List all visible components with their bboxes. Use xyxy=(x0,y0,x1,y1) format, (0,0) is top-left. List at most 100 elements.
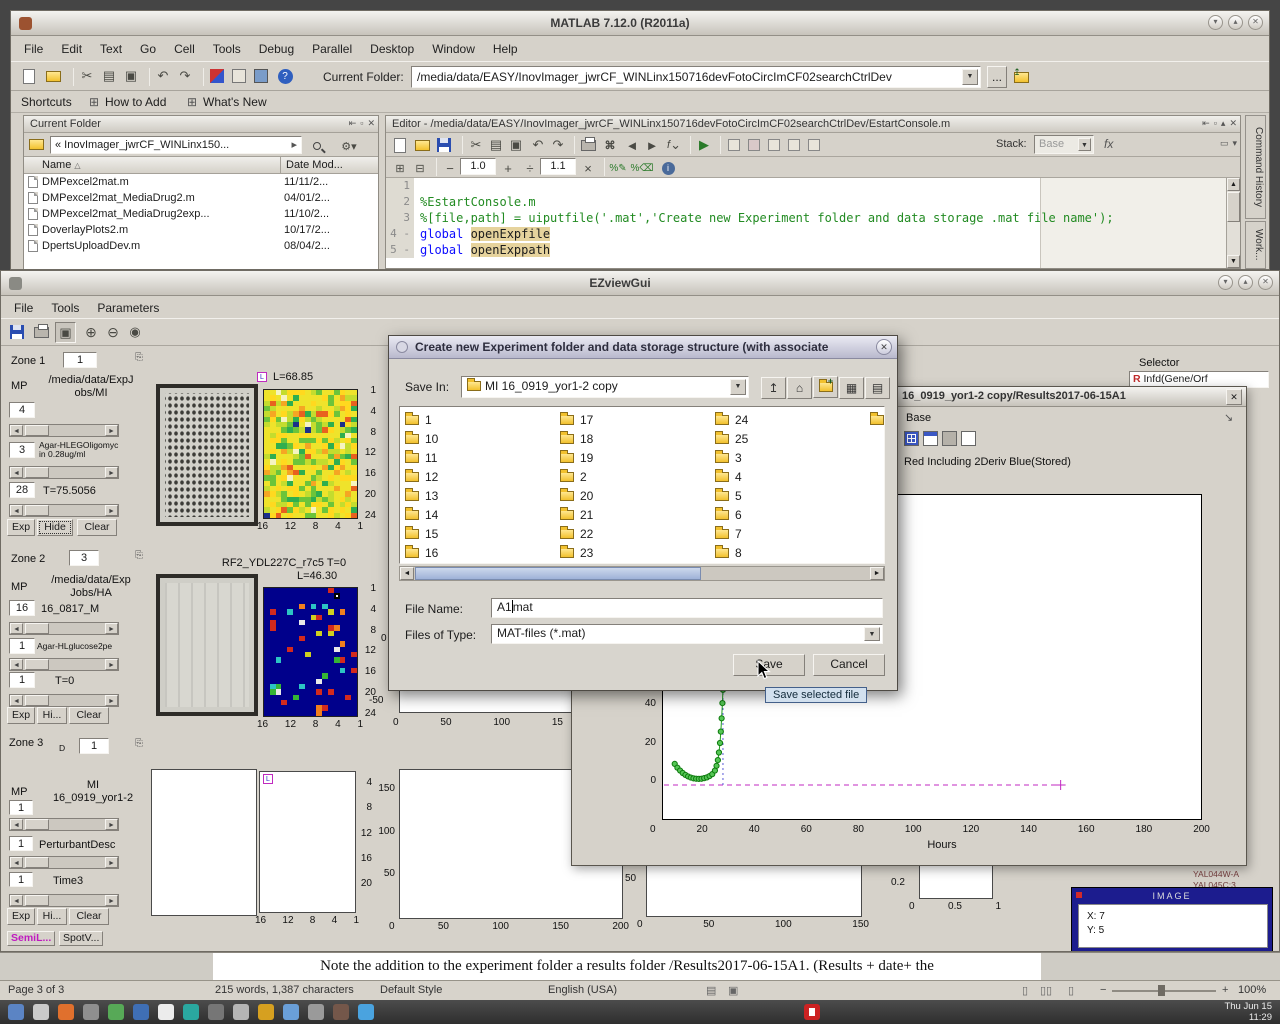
current-folder-panel-header[interactable]: Current Folder ⇤▫✕ xyxy=(24,116,378,133)
editor-code-line[interactable]: 3%[file,path] = uiputfile('.mat','Create… xyxy=(386,210,1226,226)
comment-icon[interactable]: %✎ xyxy=(608,158,628,178)
slider-right-icon[interactable]: ► xyxy=(105,819,118,830)
empty-plot-2[interactable] xyxy=(259,771,356,913)
zone2-spinner-c[interactable]: 1 xyxy=(9,672,35,688)
zone2-plate-image[interactable] xyxy=(156,574,258,716)
decrease-icon[interactable]: − xyxy=(440,158,460,178)
zone2-top-spinner[interactable]: 3 xyxy=(69,550,99,566)
open-file-icon[interactable] xyxy=(412,135,432,155)
cell-value-field-1[interactable]: 1.0 xyxy=(460,158,496,175)
multi-page-view-icon[interactable]: ▯▯ xyxy=(1040,984,1052,997)
zone1-spinner-b[interactable]: 3 xyxy=(9,442,35,458)
column-header-name[interactable]: Name △ xyxy=(42,159,81,171)
print-icon[interactable] xyxy=(578,135,598,155)
page-style[interactable]: Default Style xyxy=(380,984,442,996)
menu-item-text[interactable]: Text xyxy=(91,39,131,59)
dialog-folder-item[interactable]: 8 xyxy=(715,543,870,562)
file-row[interactable]: DoverlayPlots2.m10/17/2... xyxy=(24,222,378,238)
colormap-icon[interactable]: L xyxy=(263,774,273,784)
save-dialog-titlebar[interactable]: Create new Experiment folder and data st… xyxy=(389,336,897,359)
editor-code-line[interactable]: 4 -global openExpfile xyxy=(386,226,1226,242)
slider-right-icon[interactable]: ► xyxy=(105,695,118,706)
cut-icon[interactable]: ✂ xyxy=(466,135,486,155)
chevron-down-icon[interactable]: ▼ xyxy=(730,379,746,395)
slider-track[interactable] xyxy=(23,895,105,906)
open-file-icon[interactable] xyxy=(43,66,63,86)
editor-scrollbar[interactable]: ▲ ▼ xyxy=(1226,178,1240,268)
menu-item-tools[interactable]: Tools xyxy=(42,298,88,318)
zone1-top-spinner[interactable]: 1 xyxy=(63,352,97,368)
close-icon[interactable]: ✕ xyxy=(1226,389,1242,405)
copy-icon[interactable]: ▤ xyxy=(99,66,119,86)
close-icon[interactable]: ✕ xyxy=(1229,118,1237,129)
slider-right-icon[interactable]: ► xyxy=(105,857,118,868)
clock[interactable]: Thu Jun 15 11:29 xyxy=(1224,1001,1272,1023)
zone1-plate-image[interactable] xyxy=(156,384,258,526)
word-count[interactable]: 215 words, 1,387 characters xyxy=(215,984,354,996)
dock-icon[interactable]: ⇤ xyxy=(1202,118,1210,129)
function-browse-icon[interactable]: f⌄ xyxy=(664,135,684,155)
slider-left-icon[interactable]: ◄ xyxy=(10,467,23,478)
minimize-icon[interactable]: ▾ xyxy=(1218,275,1233,290)
menu-item-help[interactable]: Help xyxy=(484,39,527,59)
gear-icon[interactable]: ⚙▾ xyxy=(336,136,362,156)
zone2-heatmap[interactable] xyxy=(263,587,358,717)
close-icon[interactable]: ✕ xyxy=(1258,275,1273,290)
save-icon[interactable] xyxy=(7,322,27,342)
taskbar-app-icon-11[interactable] xyxy=(258,1004,274,1020)
scroll-left-icon[interactable]: ◄ xyxy=(400,567,414,580)
menu-item-window[interactable]: Window xyxy=(423,39,484,59)
book-view-icon[interactable]: ▯ xyxy=(1068,984,1074,997)
taskbar-app-icon-9[interactable] xyxy=(208,1004,224,1020)
dialog-folder-item[interactable]: 4 xyxy=(715,467,870,486)
breakpoint-icon-2[interactable] xyxy=(744,135,764,155)
insert-cell-icon[interactable]: ⊞ xyxy=(390,158,410,178)
zone1-slider-2[interactable]: ◄► xyxy=(9,466,119,479)
details-view-icon[interactable]: ▤ xyxy=(865,377,890,399)
file-row[interactable]: DMPexcel2mat_MediaDrug2exp...11/10/2... xyxy=(24,206,378,222)
dialog-folder-item[interactable]: 13 xyxy=(405,486,560,505)
new-folder-icon[interactable]: + xyxy=(813,376,838,398)
taskbar-app-icon-10[interactable] xyxy=(233,1004,249,1020)
zoom-in-button[interactable]: + xyxy=(1222,984,1228,996)
step-icon-3[interactable] xyxy=(804,135,824,155)
cut-icon[interactable]: ✂ xyxy=(77,66,97,86)
help-icon[interactable]: ? xyxy=(275,66,295,86)
zone3-slider-1[interactable]: ◄► xyxy=(9,818,119,831)
paste-icon[interactable]: ▣ xyxy=(121,66,141,86)
zone2-spinner-b[interactable]: 1 xyxy=(9,638,35,654)
undo-icon[interactable]: ↶ xyxy=(528,135,548,155)
step-icon-1[interactable] xyxy=(764,135,784,155)
grid-view-icon[interactable]: ▦ xyxy=(839,377,864,399)
slider-thumb[interactable] xyxy=(25,467,49,478)
zone2-hide-button[interactable]: Hi... xyxy=(37,707,67,724)
popout-icon[interactable]: ⎘ xyxy=(135,738,143,749)
shortcut-how-to-add[interactable]: How to Add xyxy=(105,95,166,109)
slider-left-icon[interactable]: ◄ xyxy=(10,505,23,516)
zoom-level[interactable]: 100% xyxy=(1238,984,1266,996)
zoom-out-button[interactable]: − xyxy=(1100,984,1106,996)
zone3-slider-2[interactable]: ◄► xyxy=(9,856,119,869)
editor-code-line[interactable]: 1 xyxy=(386,178,1226,194)
modified-flag-icon[interactable]: ▣ xyxy=(728,984,738,997)
menu-item-cell[interactable]: Cell xyxy=(165,39,204,59)
slider-right-icon[interactable]: ► xyxy=(105,623,118,634)
slider-track[interactable] xyxy=(23,819,105,830)
zoom-out-icon[interactable]: ⊖ xyxy=(103,322,123,342)
slider-left-icon[interactable]: ◄ xyxy=(10,425,23,436)
spotview-link[interactable]: SpotV... xyxy=(59,931,103,946)
document-page[interactable]: Note the addition to the experiment fold… xyxy=(213,953,1041,981)
increase-icon[interactable]: + xyxy=(498,158,518,178)
slider-track[interactable] xyxy=(23,467,105,478)
language-selector[interactable]: English (USA) xyxy=(548,984,617,996)
zone1-spinner-a[interactable]: 4 xyxy=(9,402,35,418)
profiler-icon[interactable] xyxy=(251,66,271,86)
zone2-clear-button[interactable]: Clear xyxy=(69,707,109,724)
taskbar-app-icon-13[interactable] xyxy=(308,1004,324,1020)
slider-thumb[interactable] xyxy=(25,819,49,830)
editor-panel-header[interactable]: Editor - /media/data/EASY/InovImager_jwr… xyxy=(386,116,1240,133)
zone3-slider-3[interactable]: ◄► xyxy=(9,894,119,907)
slider-thumb[interactable] xyxy=(25,425,49,436)
dialog-folder-item[interactable]: 22 xyxy=(560,524,715,543)
scroll-right-icon[interactable]: ► xyxy=(870,567,884,580)
